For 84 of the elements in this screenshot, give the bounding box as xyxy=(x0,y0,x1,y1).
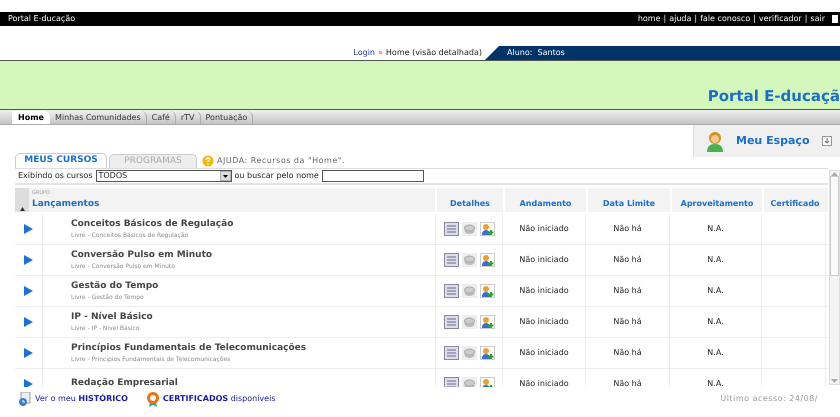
add-user-icon[interactable] xyxy=(480,377,494,387)
table-cell: Não iniciado xyxy=(519,254,569,266)
group-name: Lançamentos xyxy=(32,198,100,210)
course-tab[interactable]: MEUS CURSOS xyxy=(15,153,107,168)
search-label: ou buscar pelo nome xyxy=(234,170,319,182)
award-icon[interactable] xyxy=(146,391,160,407)
column-header: Andamento xyxy=(503,188,586,212)
link-separator: | xyxy=(804,13,808,25)
link-separator: | xyxy=(694,13,698,25)
play-icon[interactable] xyxy=(24,255,33,265)
nav-tab[interactable]: Pontuação xyxy=(200,111,254,124)
add-user-icon[interactable] xyxy=(480,222,494,236)
play-icon[interactable] xyxy=(24,286,33,296)
course-title[interactable]: IP - Nível Básico xyxy=(71,310,435,324)
breadcrumb-current: Home (visão detalhada) xyxy=(386,47,482,59)
history-link[interactable]: Ver o meu HISTÓRICO xyxy=(35,393,128,405)
table-cell: Não há xyxy=(613,285,642,297)
add-user-icon[interactable] xyxy=(480,315,494,329)
sort-icon[interactable] xyxy=(20,207,24,211)
table-cell: Não há xyxy=(613,254,642,266)
table-cell: Não iniciado xyxy=(519,347,569,359)
table-cell: Não há xyxy=(613,378,642,387)
top-link[interactable]: verificador xyxy=(758,13,802,25)
column-header: Detalhes xyxy=(435,188,503,212)
column-header: Data Limite xyxy=(586,188,670,212)
login-link[interactable]: Login xyxy=(353,47,375,59)
table-cell: N.A. xyxy=(707,347,724,359)
list-icon[interactable] xyxy=(444,315,458,329)
top-link[interactable]: sair xyxy=(810,13,825,25)
table-cell: N.A. xyxy=(707,254,724,266)
nav-tab[interactable]: Minhas Comunidades xyxy=(50,111,147,124)
course-filter-select[interactable]: TODOS xyxy=(96,170,232,182)
course-title[interactable]: Princípios Fundamentais de Telecomunicações xyxy=(71,342,435,356)
table-cell: Não há xyxy=(613,223,642,235)
top-link[interactable]: home xyxy=(638,13,660,25)
certificates-link[interactable]: CERTIFICADOS disponíveis xyxy=(162,393,276,405)
add-user-icon[interactable] xyxy=(480,253,494,267)
column-header: Certificado xyxy=(762,188,826,212)
table-cell: N.A. xyxy=(707,378,724,387)
add-user-icon[interactable] xyxy=(480,284,494,298)
list-icon[interactable] xyxy=(444,253,458,267)
top-link[interactable]: ajuda xyxy=(669,13,692,25)
my-space-link[interactable]: Meu Espaço xyxy=(736,132,810,150)
banner-title: Portal E-ducaçã xyxy=(708,86,840,106)
table-cell: Não há xyxy=(613,316,642,328)
download-icon[interactable] xyxy=(822,136,832,146)
dropdown-icon[interactable] xyxy=(220,171,230,181)
course-title[interactable]: Redação Empresarial xyxy=(71,377,435,387)
square-icon xyxy=(832,15,838,23)
course-title[interactable]: Gestão do Tempo xyxy=(71,280,435,294)
table-cell: N.A. xyxy=(707,285,724,297)
nav-tab[interactable]: Home xyxy=(12,111,50,124)
table-cell: N.A. xyxy=(707,316,724,328)
table-cell: Não iniciado xyxy=(519,316,569,328)
column-header: Aproveitamento xyxy=(670,188,762,212)
play-icon[interactable] xyxy=(24,379,33,387)
person-icon xyxy=(706,130,724,152)
site-title: Portal E-ducação xyxy=(8,13,76,25)
add-user-icon[interactable] xyxy=(480,346,494,360)
history-icon[interactable] xyxy=(18,392,32,406)
play-icon[interactable] xyxy=(24,224,33,234)
link-separator: | xyxy=(753,13,756,25)
help-text: AJUDA: Recursos da "Home". xyxy=(217,154,345,166)
course-title[interactable]: Conceitos Básicos de Regulação xyxy=(71,218,435,232)
play-icon[interactable] xyxy=(24,348,33,358)
list-icon[interactable] xyxy=(444,346,458,360)
play-icon[interactable] xyxy=(24,317,33,327)
link-separator: | xyxy=(664,13,666,25)
last-access: Último acesso: 24/08/ xyxy=(720,393,818,405)
nav-tab[interactable]: Café xyxy=(146,111,176,124)
table-cell: N.A. xyxy=(707,223,724,235)
table-cell: Não iniciado xyxy=(519,285,569,297)
table-cell: Não iniciado xyxy=(519,223,569,235)
list-icon[interactable] xyxy=(444,377,458,387)
nav-tab[interactable]: rTV xyxy=(176,111,201,124)
breadcrumb-separator: » xyxy=(378,47,383,59)
list-icon[interactable] xyxy=(444,284,458,298)
course-title[interactable]: Conversão Pulso em Minuto xyxy=(71,248,435,262)
table-cell: Não iniciado xyxy=(519,378,569,387)
name-search-field[interactable] xyxy=(322,170,424,182)
list-icon[interactable] xyxy=(444,222,458,236)
filter-label: Exibindo os cursos xyxy=(18,170,92,182)
table-cell: Não há xyxy=(613,347,642,359)
top-link[interactable]: fale conosco xyxy=(700,13,750,25)
